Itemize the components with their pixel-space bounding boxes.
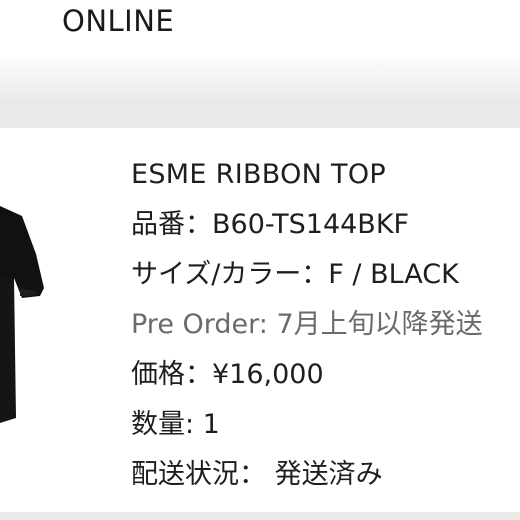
- product-info: ESME RIBBON TOP 品番：B60-TS144BKF サイズ/カラー：…: [131, 150, 520, 500]
- product-name[interactable]: ESME RIBBON TOP: [131, 150, 520, 200]
- product-thumbnail[interactable]: [0, 128, 92, 498]
- order-detail-screen: ONLINE ESME RIBBON TOP 品番：B60-TS144BKF サ…: [0, 0, 520, 520]
- store-name: ONLINE: [62, 4, 175, 38]
- item-number: 品番：B60-TS144BKF: [131, 209, 410, 240]
- size-color: サイズ/カラー：F / BLACK: [131, 259, 459, 290]
- header-divider-area: [0, 58, 520, 98]
- quantity: 数量: 1: [131, 409, 220, 440]
- bottom-separator: [0, 512, 520, 520]
- header-bar: ONLINE: [0, 0, 520, 58]
- section-separator: [0, 98, 520, 128]
- pre-order-note: Pre Order: 7月上旬以降発送: [131, 309, 483, 340]
- order-item-card[interactable]: ESME RIBBON TOP 品番：B60-TS144BKF サイズ/カラー：…: [0, 128, 520, 520]
- shipping-status: 配送状況： 発送済み: [131, 459, 383, 490]
- black-top-garment-icon: [0, 206, 44, 423]
- price: 価格：¥16,000: [131, 359, 324, 390]
